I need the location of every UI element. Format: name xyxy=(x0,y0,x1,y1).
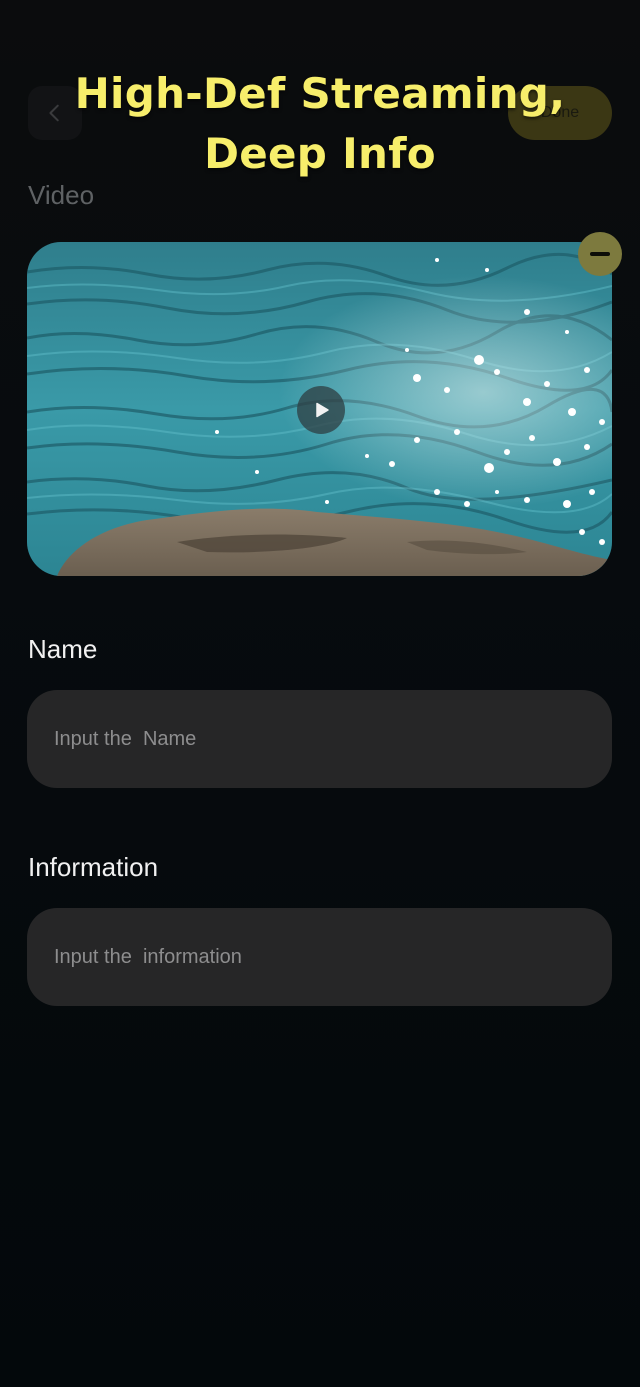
play-button[interactable] xyxy=(297,386,345,434)
back-button[interactable] xyxy=(28,86,82,140)
information-label: Information xyxy=(28,852,159,882)
name-input[interactable] xyxy=(27,690,612,788)
information-input[interactable] xyxy=(27,908,612,1006)
edit-video-screen: Done High-Def Streaming, Deep Info Video xyxy=(0,0,640,1387)
play-icon xyxy=(316,402,329,418)
chevron-left-icon xyxy=(49,104,59,122)
minus-circle-icon xyxy=(590,252,610,256)
remove-video-button[interactable] xyxy=(578,232,622,276)
name-label: Name xyxy=(28,634,98,664)
video-section-label: Video xyxy=(28,180,95,210)
done-button[interactable]: Done xyxy=(508,86,612,140)
